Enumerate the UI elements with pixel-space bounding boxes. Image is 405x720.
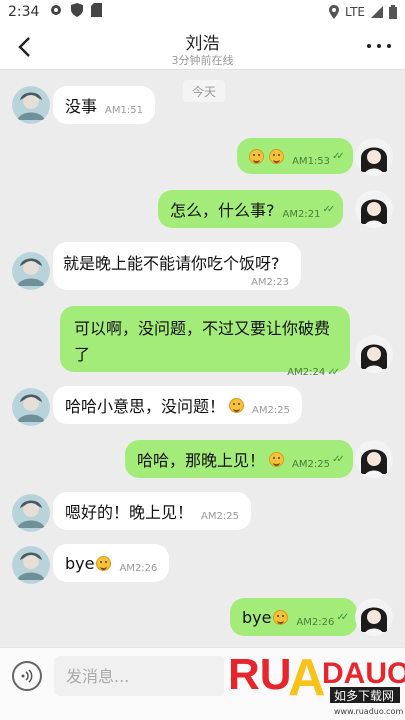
emoji-icon: [273, 609, 289, 625]
my-avatar[interactable]: [355, 598, 393, 636]
message-text: 哈哈，那晚上见！: [137, 451, 266, 470]
message-input[interactable]: [54, 656, 224, 696]
message-text: bye: [65, 553, 95, 573]
emoji-icon: [269, 451, 285, 467]
location-icon: [329, 5, 340, 19]
message-time: AM1:51: [105, 104, 143, 116]
emoji-icon: [249, 148, 264, 164]
message-time: AM2:24: [287, 367, 326, 378]
message-bubble[interactable]: bye AM2:26: [53, 544, 170, 582]
my-avatar[interactable]: [355, 138, 393, 176]
more-options-button[interactable]: [367, 36, 391, 56]
read-receipt-icon: ✓✓: [331, 453, 345, 465]
message-bubble[interactable]: 没事 AM1:51: [53, 86, 155, 124]
message-time: AM2:25: [201, 510, 239, 522]
battery-icon: [389, 5, 397, 19]
message-time: AM2:23: [251, 277, 289, 288]
message-time: AM2:26: [119, 562, 158, 574]
emoji-icon: [229, 397, 245, 413]
voice-wave-icon: [21, 669, 33, 683]
read-receipt-icon: ✓✓: [322, 203, 335, 215]
read-receipt-icon: ✓✓: [336, 611, 349, 623]
message-time: AM2:25: [252, 404, 290, 416]
contact-avatar[interactable]: [12, 546, 50, 584]
contact-avatar[interactable]: [12, 388, 50, 426]
message-emoji-group: [249, 147, 285, 166]
message-text: 怎么，什么事?: [170, 201, 275, 220]
svg-text:www.ruaduo.com: www.ruaduo.com: [334, 707, 403, 716]
signal-icon: [371, 6, 383, 18]
message-time: AM1:53: [292, 155, 331, 167]
message-bubble[interactable]: bye AM2:26 ✓✓: [230, 598, 358, 636]
sd-card-icon: [91, 3, 103, 21]
read-receipt-icon: ✓✓: [332, 150, 345, 162]
svg-text:DAUO: DAUO: [322, 657, 405, 690]
status-time: 2:34: [8, 4, 40, 20]
contact-avatar[interactable]: [12, 494, 50, 532]
message-time: AM2:21: [282, 208, 321, 220]
message-text: bye: [242, 607, 272, 627]
contact-name: 刘浩: [185, 34, 220, 54]
svg-text:如多下载网: 如多下载网: [334, 688, 394, 703]
contact-avatar[interactable]: [12, 86, 50, 124]
message-bubble[interactable]: AM1:53 ✓✓: [237, 138, 353, 174]
contact-avatar[interactable]: [12, 252, 50, 290]
emoji-icon: [96, 555, 112, 571]
message-text: 哈哈小意思，没问题！: [65, 397, 226, 416]
dot-icon: [377, 44, 381, 48]
shield-icon: [71, 3, 84, 21]
dot-icon: [367, 44, 371, 48]
site-watermark-logo: RU A DAUO 如多下载网 www.ruaduo.com: [226, 643, 405, 720]
message-bubble[interactable]: 嗯好的！晚上见！ AM2:25: [53, 492, 251, 530]
emoji-icon: [269, 148, 285, 164]
message-bubble[interactable]: 哈哈小意思，没问题！ AM2:25: [53, 386, 302, 424]
message-text: 没事: [65, 97, 98, 116]
message-text: 嗯好的！晚上见！: [65, 503, 194, 522]
message-list[interactable]: 今天 没事 AM1:51 AM1:53 ✓✓ 怎么，什么事? AM2:21 ✓✓…: [0, 70, 405, 647]
status-bar: 2:34 LTE: [0, 0, 405, 24]
message-bubble[interactable]: 怎么，什么事? AM2:21 ✓✓: [158, 190, 344, 228]
chat-header: 刘浩 3分钟前在线: [0, 24, 405, 70]
dot-icon: [387, 44, 391, 48]
my-avatar[interactable]: [355, 335, 393, 373]
message-bubble[interactable]: 哈哈，那晚上见！ AM2:25 ✓✓: [125, 440, 353, 478]
message-bubble[interactable]: 就是晚上能不能请你吃个饭呀? AM2:23: [53, 242, 301, 290]
status-right: LTE: [329, 5, 397, 19]
my-avatar[interactable]: [355, 190, 393, 228]
svg-text:A: A: [288, 649, 326, 707]
message-time: AM2:26: [296, 616, 335, 628]
settings-gear-icon: [49, 3, 63, 21]
my-avatar[interactable]: [355, 440, 393, 478]
svg-text:RU: RU: [228, 650, 292, 699]
message-time: AM2:25: [292, 458, 330, 470]
message-bubble[interactable]: 可以啊，没问题，不过又要让你破费了 AM2:24 ✓✓: [60, 306, 350, 378]
network-label: LTE: [345, 5, 365, 19]
last-seen: 3分钟前在线: [171, 54, 234, 67]
date-separator: 今天: [183, 80, 225, 102]
voice-input-button[interactable]: [12, 661, 42, 691]
read-receipt-icon: ✓✓: [327, 367, 340, 378]
